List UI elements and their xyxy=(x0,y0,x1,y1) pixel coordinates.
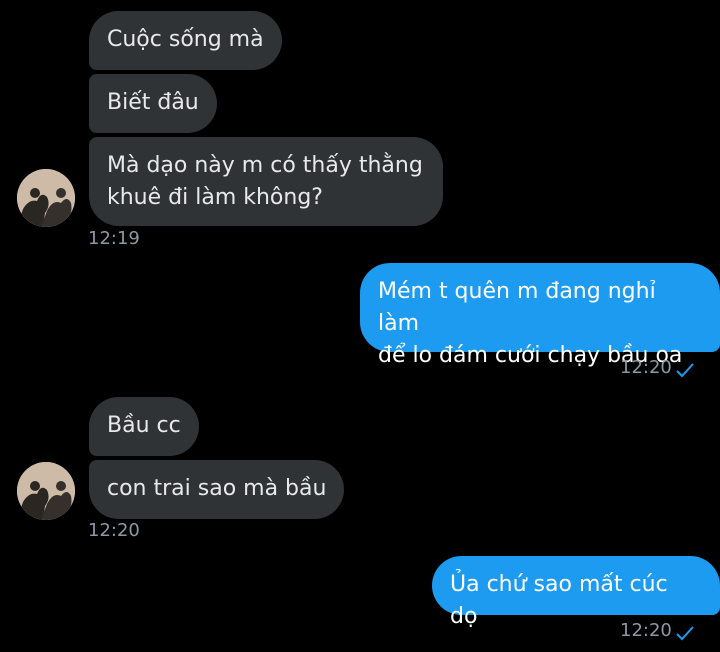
outgoing-message[interactable]: Mém t quên m đang nghỉ làm để lo đám cướ… xyxy=(360,263,720,368)
avatar-icon[interactable] xyxy=(17,462,75,520)
timestamp: 12:19 xyxy=(88,228,140,249)
incoming-message[interactable]: Cuộc sống mà xyxy=(89,11,282,70)
outgoing-message[interactable]: Ủa chứ sao mất cúc dọ xyxy=(432,556,720,629)
dm-conversation: { "colors": { "background": "#000000", "… xyxy=(0,0,720,652)
checkmark-icon xyxy=(676,363,694,378)
incoming-message[interactable]: Biết đâu xyxy=(89,74,217,133)
timestamp: 12:20 xyxy=(88,520,140,541)
incoming-message[interactable]: Bầu cc xyxy=(89,397,199,456)
avatar-icon[interactable] xyxy=(17,169,75,227)
timestamp: 12:20 xyxy=(620,357,672,378)
incoming-message[interactable]: Mà dạo này m có thấy thằng khuê đi làm k… xyxy=(89,137,443,226)
checkmark-icon xyxy=(676,626,694,641)
timestamp: 12:20 xyxy=(620,620,672,641)
incoming-message[interactable]: con trai sao mà bầu xyxy=(89,460,345,519)
